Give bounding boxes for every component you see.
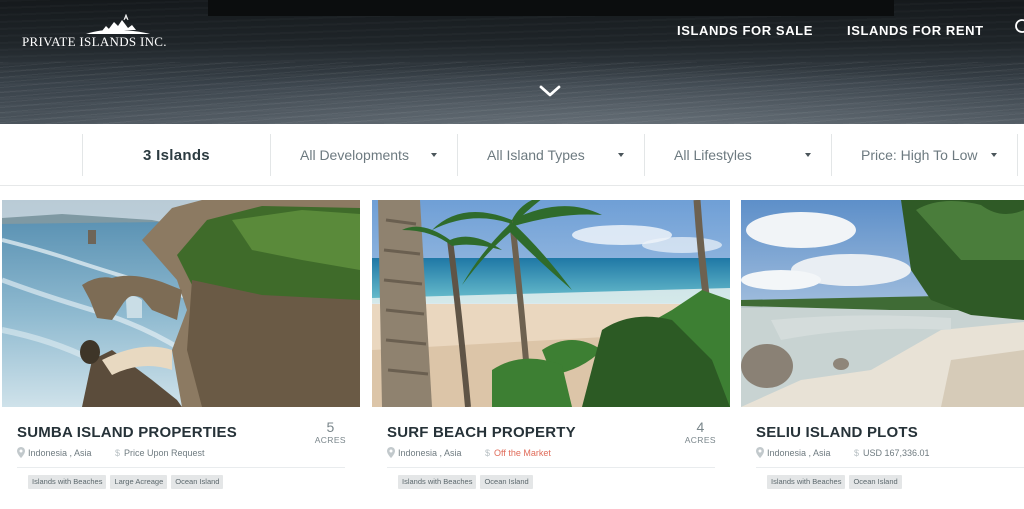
island-location: Indonesia , Asia xyxy=(767,448,831,458)
location-pin-icon xyxy=(387,447,395,458)
island-price: USD 167,336.01 xyxy=(863,448,930,458)
location-pin-icon xyxy=(756,447,764,458)
sort-select[interactable]: Price: High To Low xyxy=(831,134,1018,176)
tag-chip[interactable]: Ocean Island xyxy=(849,475,902,489)
chevron-down-icon[interactable] xyxy=(537,82,563,100)
tag-chip[interactable]: Islands with Beaches xyxy=(28,475,107,489)
island-photo-seliu[interactable] xyxy=(741,200,1024,407)
results-count-cell: 3 Islands xyxy=(82,134,270,176)
tag-chip[interactable]: Ocean Island xyxy=(480,475,533,489)
acres-label: ACRES xyxy=(684,435,716,445)
acres-value: 5 xyxy=(326,419,335,435)
tag-chip[interactable]: Islands with Beaches xyxy=(767,475,846,489)
results-count: 3 Islands xyxy=(143,146,210,164)
filter-island-types-label: All Island Types xyxy=(487,147,585,163)
tag-chip[interactable]: Ocean Island xyxy=(171,475,224,489)
caret-down-icon xyxy=(991,153,997,157)
island-location: Indonesia , Asia xyxy=(398,448,462,458)
island-title[interactable]: SELIU ISLAND PLOTS xyxy=(756,424,918,441)
filter-lifestyles-label: All Lifestyles xyxy=(674,147,752,163)
island-price: Off the Market xyxy=(494,448,551,458)
dollar-icon: $ xyxy=(115,448,121,458)
hero-background-sea xyxy=(0,62,1024,124)
island-photo-sumba[interactable] xyxy=(2,200,360,407)
sort-label: Price: High To Low xyxy=(861,147,978,163)
site-logo[interactable]: PRIVATE ISLANDS INC. xyxy=(22,14,168,50)
island-photo-surf-beach[interactable] xyxy=(372,200,730,407)
acres-badge: 4 ACRES xyxy=(685,419,716,445)
dollar-icon: $ xyxy=(485,448,491,458)
location-pin-icon xyxy=(17,447,25,458)
tag-chip[interactable]: Islands with Beaches xyxy=(398,475,477,489)
caret-down-icon xyxy=(805,153,811,157)
filter-developments[interactable]: All Developments xyxy=(270,134,457,176)
tag-list: Islands with Beaches Ocean Island xyxy=(767,475,906,489)
nav-islands-for-rent[interactable]: ISLANDS FOR RENT xyxy=(847,23,984,38)
island-title[interactable]: SUMBA ISLAND PROPERTIES xyxy=(17,424,237,441)
filter-bar: 3 Islands All Developments All Island Ty… xyxy=(0,124,1024,186)
nav-islands-for-sale[interactable]: ISLANDS FOR SALE xyxy=(677,23,813,38)
caret-down-icon xyxy=(431,153,437,157)
tag-list: Islands with Beaches Ocean Island xyxy=(398,475,537,489)
acres-value: 4 xyxy=(696,419,705,435)
tag-list: Islands with Beaches Large Acreage Ocean… xyxy=(28,475,227,489)
island-price: Price Upon Request xyxy=(124,448,205,458)
dollar-icon: $ xyxy=(854,448,860,458)
filter-developments-dropdown: All Developments xyxy=(271,147,457,163)
island-meta: Indonesia , Asia $ USD 167,336.01 xyxy=(756,446,1024,468)
caret-down-icon xyxy=(618,153,624,157)
logo-text: PRIVATE ISLANDS INC. xyxy=(22,34,167,49)
search-icon[interactable] xyxy=(1013,18,1024,36)
filter-island-types[interactable]: All Island Types xyxy=(457,134,644,176)
island-card-seliu[interactable]: SELIU ISLAND PLOTS Indonesia , Asia $ US… xyxy=(741,200,1024,509)
filter-developments-label: All Developments xyxy=(300,147,409,163)
island-logo-icon xyxy=(86,14,150,34)
filter-island-types-dropdown: All Island Types xyxy=(458,147,644,163)
hero-header: PRIVATE ISLANDS INC. ISLANDS FOR SALE IS… xyxy=(0,0,1024,124)
island-meta: Indonesia , Asia $ Price Upon Request xyxy=(17,446,345,468)
sort-dropdown: Price: High To Low xyxy=(832,147,1017,163)
island-card-sumba[interactable]: SUMBA ISLAND PROPERTIES 5 ACRES Indonesi… xyxy=(2,200,360,509)
island-location: Indonesia , Asia xyxy=(28,448,92,458)
acres-label: ACRES xyxy=(314,435,346,445)
tag-chip[interactable]: Large Acreage xyxy=(110,475,168,489)
hero-top-band xyxy=(208,0,894,16)
filter-lifestyles-dropdown: All Lifestyles xyxy=(645,147,831,163)
island-meta: Indonesia , Asia $ Off the Market xyxy=(387,446,715,468)
filter-lifestyles[interactable]: All Lifestyles xyxy=(644,134,831,176)
island-card-surf-beach[interactable]: SURF BEACH PROPERTY 4 ACRES Indonesia , … xyxy=(372,200,730,509)
island-title[interactable]: SURF BEACH PROPERTY xyxy=(387,424,576,441)
acres-badge: 5 ACRES xyxy=(315,419,346,445)
